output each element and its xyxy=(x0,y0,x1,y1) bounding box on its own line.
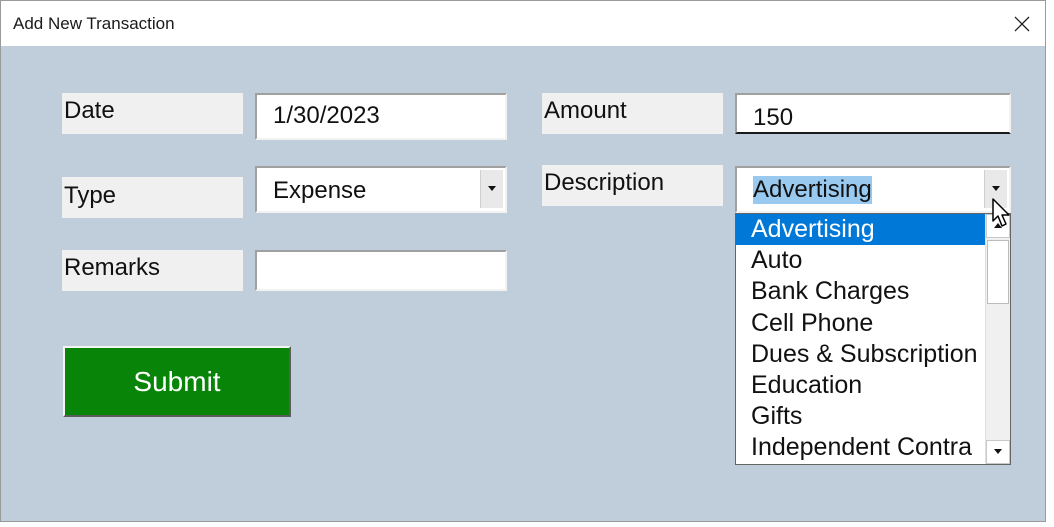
scroll-thumb[interactable] xyxy=(987,240,1009,304)
submit-button[interactable]: Submit xyxy=(63,346,291,417)
description-label-text: Description xyxy=(544,169,665,196)
date-value: 1/30/2023 xyxy=(273,102,380,129)
date-field[interactable]: 1/30/2023 xyxy=(255,93,507,140)
close-button[interactable] xyxy=(999,1,1045,46)
amount-value: 150 xyxy=(753,104,794,131)
description-label: Description xyxy=(542,165,723,206)
list-item[interactable]: Cell Phone xyxy=(736,308,985,339)
amount-label-text: Amount xyxy=(544,97,627,124)
type-label-text: Type xyxy=(64,182,117,209)
close-icon xyxy=(1014,16,1030,31)
window-title: Add New Transaction xyxy=(13,14,175,33)
date-label: Date xyxy=(62,93,243,134)
mouse-pointer xyxy=(991,197,1013,234)
mouse-pointer-icon xyxy=(992,198,1010,227)
list-item[interactable]: Independent Contra xyxy=(736,432,985,463)
title-bar: Add New Transaction xyxy=(1,1,1045,46)
amount-field[interactable]: 150 xyxy=(735,93,1011,134)
remarks-field[interactable] xyxy=(255,250,507,291)
list-item[interactable]: Dues & Subscription xyxy=(736,339,985,370)
date-label-text: Date xyxy=(64,97,115,124)
options-scrollbar[interactable] xyxy=(985,214,1010,464)
list-item[interactable]: Bank Charges xyxy=(736,276,985,307)
remarks-label-text: Remarks xyxy=(64,254,161,281)
submit-button-label: Submit xyxy=(133,365,221,397)
type-dropdown-button[interactable] xyxy=(480,170,503,208)
list-item[interactable]: Education xyxy=(736,370,985,401)
triangle-down-icon xyxy=(994,449,1002,454)
remarks-label: Remarks xyxy=(62,250,243,291)
add-transaction-dialog: Add New Transaction Date 1/30/2023 Type … xyxy=(0,0,1046,522)
chevron-down-icon xyxy=(488,186,496,191)
type-value: Expense xyxy=(273,177,367,204)
scroll-down-button[interactable] xyxy=(986,440,1010,464)
description-options-list[interactable]: Advertising Auto Bank Charges Cell Phone… xyxy=(735,213,1011,465)
amount-label: Amount xyxy=(542,93,723,134)
description-dropdown[interactable]: Advertising xyxy=(735,166,1011,213)
list-item[interactable]: Auto xyxy=(736,245,985,276)
list-item[interactable]: Gifts xyxy=(736,401,985,432)
description-options: Advertising Auto Bank Charges Cell Phone… xyxy=(736,214,985,464)
list-item[interactable]: Advertising xyxy=(736,214,985,246)
type-label: Type xyxy=(62,177,243,218)
chevron-down-icon xyxy=(992,186,1000,191)
description-value: Advertising xyxy=(753,176,872,204)
type-dropdown[interactable]: Expense xyxy=(255,166,507,213)
